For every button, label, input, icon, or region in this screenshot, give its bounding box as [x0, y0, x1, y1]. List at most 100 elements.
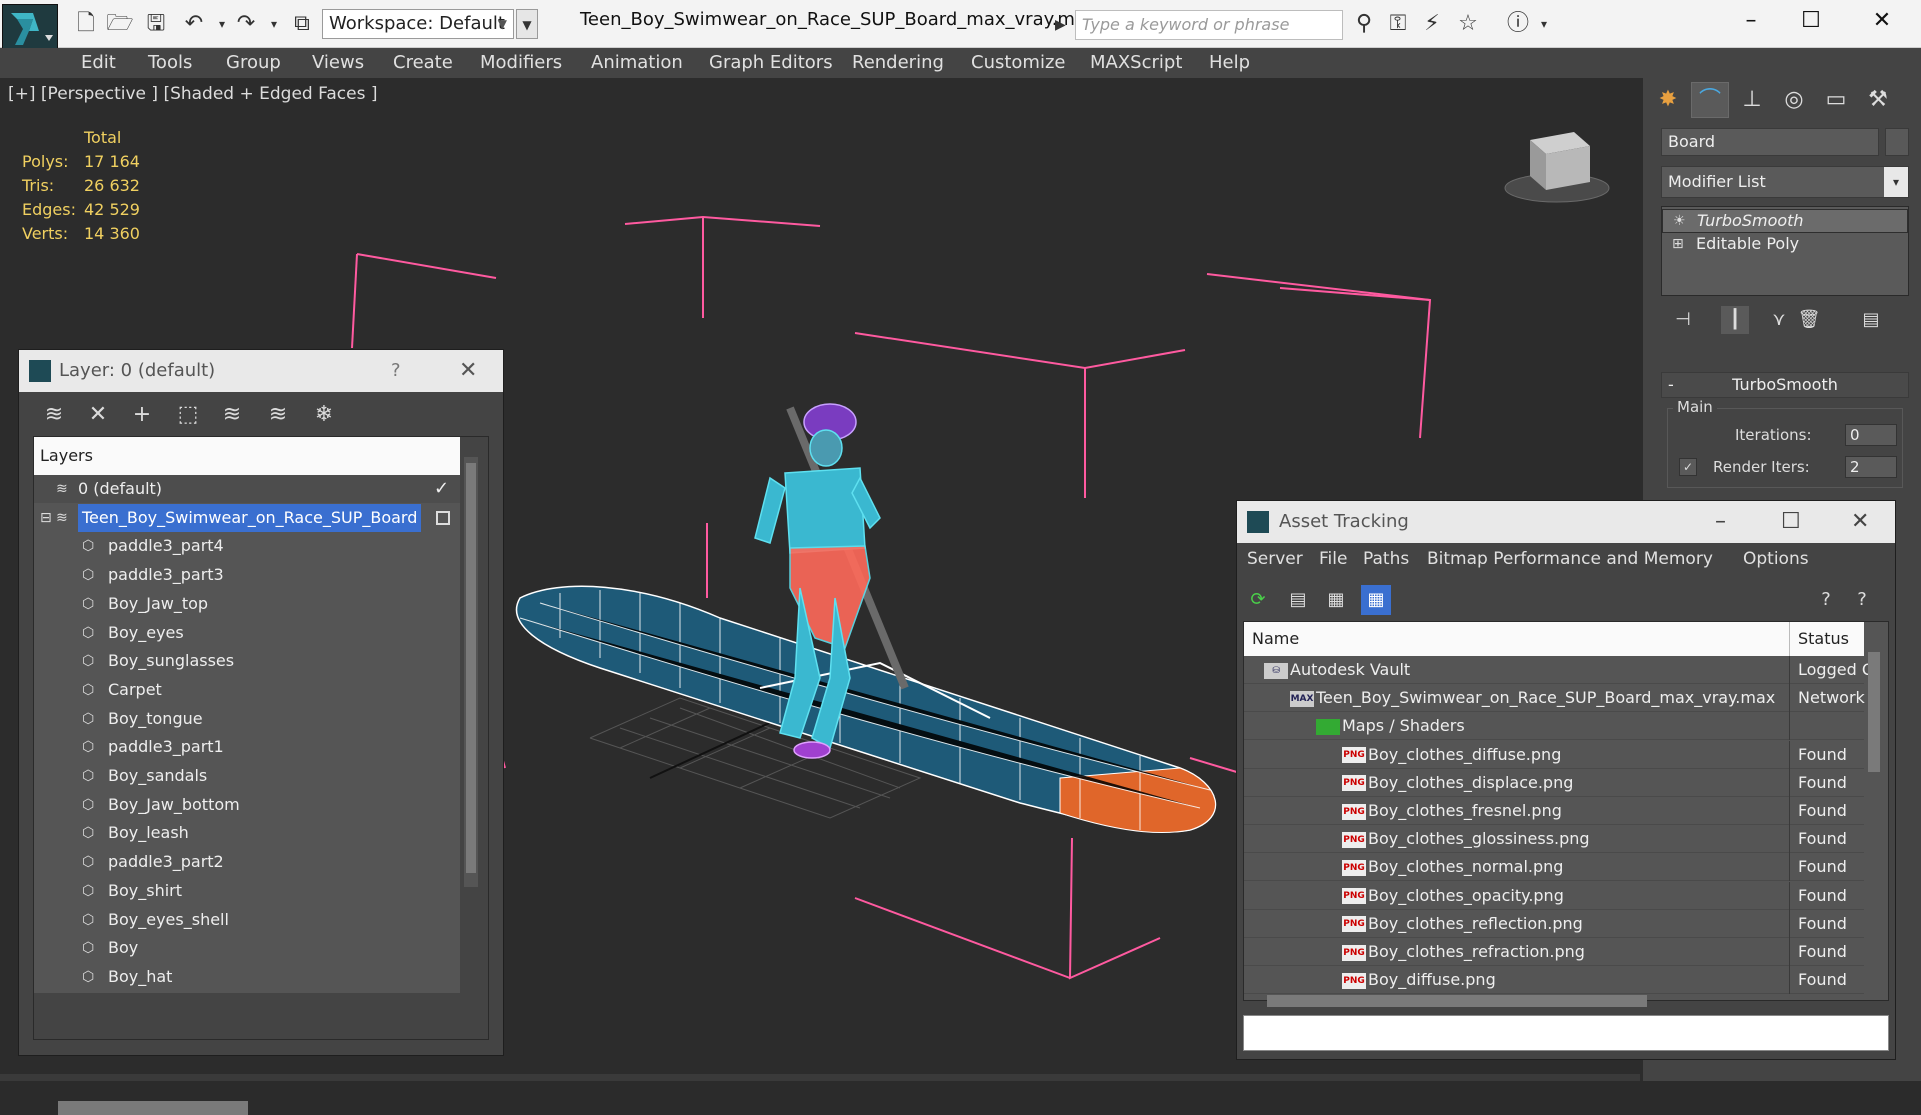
object-row[interactable]: ⬡ Boy: [34, 934, 460, 962]
asset-row[interactable]: PNG Boy_clothes_glossiness.png Found: [1244, 825, 1864, 854]
refresh-icon[interactable]: ⟳: [1243, 585, 1273, 615]
object-row[interactable]: ⬡ Boy_leash: [34, 819, 460, 847]
help-icon[interactable]: ⓘ: [1504, 11, 1532, 37]
object-name-field[interactable]: Board: [1661, 128, 1879, 156]
workspace-menu-button[interactable]: ▼: [516, 9, 538, 39]
workspace-dropdown[interactable]: Workspace: Default ▼: [322, 9, 514, 39]
asset-window-titlebar[interactable]: Asset Tracking – ☐ ✕: [1237, 501, 1895, 543]
object-row[interactable]: ⬡ Boy_sunglasses: [34, 647, 460, 675]
render-iters-spinner[interactable]: 2: [1845, 456, 1897, 478]
make-unique-icon[interactable]: ⋎: [1765, 306, 1793, 334]
asset-row[interactable]: PNG Boy_clothes_opacity.png Found: [1244, 881, 1864, 910]
pin-stack-icon[interactable]: ⊣: [1669, 306, 1697, 334]
app-logo-icon[interactable]: [2, 4, 58, 54]
object-row[interactable]: ⬡ Boy_eyes: [34, 619, 460, 647]
display-tab-icon[interactable]: ▭: [1817, 82, 1855, 118]
object-row[interactable]: ⬡ Boy_Jaw_top: [34, 590, 460, 618]
modify-tab-icon[interactable]: ⌒: [1691, 82, 1729, 118]
select-objects-icon[interactable]: ⬚: [173, 400, 203, 430]
hide-layers-icon[interactable]: ≋: [263, 400, 293, 430]
lightbulb-icon[interactable]: ☀: [1673, 210, 1686, 232]
add-to-layer-icon[interactable]: +: [127, 400, 157, 430]
search-input[interactable]: Type a keyword or phrase: [1075, 10, 1343, 40]
set-current-layer-icon[interactable]: [436, 510, 450, 525]
search-arrow-icon[interactable]: ▶: [1055, 12, 1075, 38]
undo-icon[interactable]: ↶: [180, 11, 208, 37]
menu-create[interactable]: Create: [393, 52, 453, 73]
close-icon[interactable]: ✕: [459, 350, 477, 392]
asset-row[interactable]: PNG Boy_clothes_fresnel.png Found: [1244, 797, 1864, 825]
object-row[interactable]: ⬡ Boy_eyes_shell: [34, 906, 460, 934]
project-folder-icon[interactable]: ⧉: [288, 11, 316, 37]
asset-menu-file[interactable]: File: [1319, 549, 1347, 569]
turbosmooth-rollout-header[interactable]: - TurboSmooth: [1661, 372, 1909, 398]
binoculars-icon[interactable]: ⚲: [1350, 11, 1378, 37]
favorites-star-icon[interactable]: ☆: [1454, 11, 1482, 37]
menu-modifiers[interactable]: Modifiers: [480, 52, 562, 73]
freeze-layers-icon[interactable]: ❄: [309, 400, 339, 430]
render-iters-checkbox[interactable]: ✓: [1679, 458, 1697, 476]
redo-icon[interactable]: ↷: [232, 11, 260, 37]
asset-table[interactable]: Name Status ⛁ Autodesk Vault Logged O MAX Te…: [1243, 621, 1889, 1001]
new-file-icon[interactable]: 🗋: [72, 11, 100, 37]
name-column-header[interactable]: Name: [1252, 622, 1299, 656]
asset-row[interactable]: MAX Teen_Boy_Swimwear_on_Race_SUP_Board_m…: [1244, 684, 1865, 713]
minimize-icon[interactable]: –: [1715, 501, 1726, 543]
asset-row[interactable]: PNG Boy_clothes_reflection.png Found: [1244, 909, 1864, 938]
motion-tab-icon[interactable]: ◎: [1775, 82, 1813, 118]
horizontal-scrollbar[interactable]: [58, 1101, 248, 1115]
layer-tree[interactable]: ≋ 0 (default) ✓ ≋ ⊟ Teen_Boy_Swimwear_on_Race…: [34, 475, 460, 993]
menu-help[interactable]: Help: [1209, 52, 1250, 73]
asset-row[interactable]: ⛁ Autodesk Vault Logged O: [1244, 656, 1869, 684]
table-view-icon[interactable]: ▦: [1361, 585, 1391, 615]
asset-menu-options[interactable]: Options: [1743, 549, 1809, 569]
help-icon[interactable]: ?: [391, 350, 401, 392]
object-row[interactable]: ⬡ paddle3_part2: [34, 848, 460, 876]
layer-row[interactable]: ≋ 0 (default) ✓: [34, 475, 460, 503]
modifier-stack[interactable]: ☀ TurboSmooth ⊞ Editable Poly: [1661, 206, 1909, 296]
open-file-icon[interactable]: 🗁: [106, 11, 134, 37]
collapse-icon[interactable]: ⊟: [40, 504, 52, 532]
help-icon[interactable]: ?: [1811, 585, 1841, 615]
status-column-header[interactable]: Status: [1789, 622, 1849, 656]
object-row[interactable]: ⬡ Boy_Jaw_bottom: [34, 791, 460, 819]
asset-row[interactable]: PNG Boy_clothes_displace.png Found: [1244, 768, 1864, 797]
asset-menu-bitmap-performance[interactable]: Bitmap Performance and Memory: [1427, 549, 1713, 569]
object-color-swatch[interactable]: [1885, 128, 1909, 156]
create-tab-icon[interactable]: ✸: [1649, 82, 1687, 118]
new-layer-icon[interactable]: ≋: [39, 400, 69, 430]
vertical-scrollbar[interactable]: [464, 457, 478, 887]
iterations-spinner[interactable]: 0: [1845, 424, 1897, 446]
asset-menu-paths[interactable]: Paths: [1363, 549, 1409, 569]
menu-maxscript[interactable]: MAXScript: [1090, 52, 1182, 73]
menu-tools[interactable]: Tools: [148, 52, 192, 73]
save-file-icon[interactable]: 🖫: [142, 11, 170, 37]
object-row[interactable]: ⬡ Boy_tongue: [34, 705, 460, 733]
configure-sets-icon[interactable]: ▤: [1857, 306, 1885, 334]
menu-group[interactable]: Group: [226, 52, 281, 73]
viewport-label[interactable]: [+] [Perspective ] [Shaded + Edged Faces…: [8, 84, 377, 104]
horizontal-scrollbar[interactable]: [1267, 995, 1647, 1007]
subscription-key-icon[interactable]: ⚿: [1384, 11, 1412, 37]
layer-window-titlebar[interactable]: Layer: 0 (default) ? ✕: [19, 350, 503, 392]
maximize-icon[interactable]: ☐: [1781, 501, 1801, 543]
menu-animation[interactable]: Animation: [591, 52, 683, 73]
minimize-window-icon[interactable]: –: [1731, 6, 1771, 36]
thumbnail-view-icon[interactable]: ▦: [1321, 585, 1351, 615]
highlight-layer-icon[interactable]: ≋: [217, 400, 247, 430]
stack-item-turbosmooth[interactable]: ☀ TurboSmooth: [1662, 209, 1908, 233]
hierarchy-tab-icon[interactable]: ⊥: [1733, 82, 1771, 118]
asset-row[interactable]: Maps / Shaders: [1244, 712, 1864, 741]
menu-graph-editors[interactable]: Graph Editors: [709, 52, 833, 73]
asset-row[interactable]: PNG Boy_clothes_refraction.png Found: [1244, 938, 1864, 966]
close-icon[interactable]: ✕: [1851, 501, 1869, 543]
scrollbar-thumb[interactable]: [466, 463, 476, 873]
asset-row[interactable]: PNG Boy_diffuse.png Found: [1244, 966, 1864, 995]
redo-dropdown-icon[interactable]: ▾: [260, 11, 288, 37]
delete-layer-icon[interactable]: ✕: [83, 400, 113, 430]
remove-modifier-icon[interactable]: 🗑: [1795, 306, 1823, 334]
expand-plus-icon[interactable]: ⊞: [1672, 233, 1684, 255]
object-row[interactable]: ⬡ Boy_sandals: [34, 762, 460, 790]
list-view-icon[interactable]: ▤: [1283, 585, 1313, 615]
menu-customize[interactable]: Customize: [971, 52, 1065, 73]
